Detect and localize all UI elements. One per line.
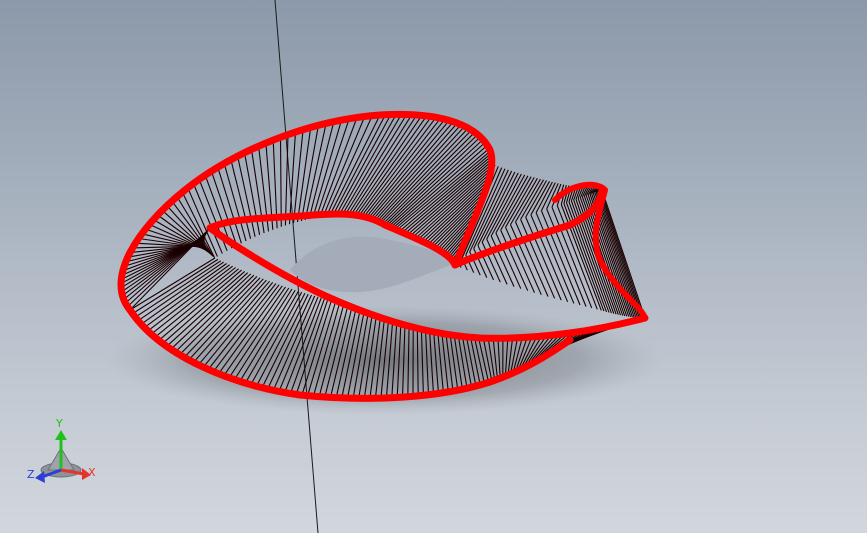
wire-line bbox=[598, 190, 642, 319]
triad-y-arrow bbox=[55, 430, 67, 440]
triad-z-arrow bbox=[35, 471, 45, 483]
triad-x-label: X bbox=[88, 466, 96, 479]
wire-line bbox=[279, 137, 282, 227]
wire-line bbox=[510, 178, 538, 225]
triad-z-label: Z bbox=[27, 468, 35, 481]
wire-line bbox=[535, 181, 553, 213]
wire-line bbox=[490, 174, 526, 237]
model-scene[interactable]: Y X Z bbox=[0, 0, 867, 533]
triad-y-label: Y bbox=[55, 417, 63, 430]
wire-line bbox=[486, 173, 522, 240]
wire-line bbox=[329, 114, 381, 216]
triad-icon[interactable]: Y X Z bbox=[27, 417, 96, 483]
graphics-viewport[interactable]: Y X Z bbox=[0, 0, 867, 533]
wire-line bbox=[308, 121, 335, 220]
band-right-rim bbox=[552, 181, 648, 321]
